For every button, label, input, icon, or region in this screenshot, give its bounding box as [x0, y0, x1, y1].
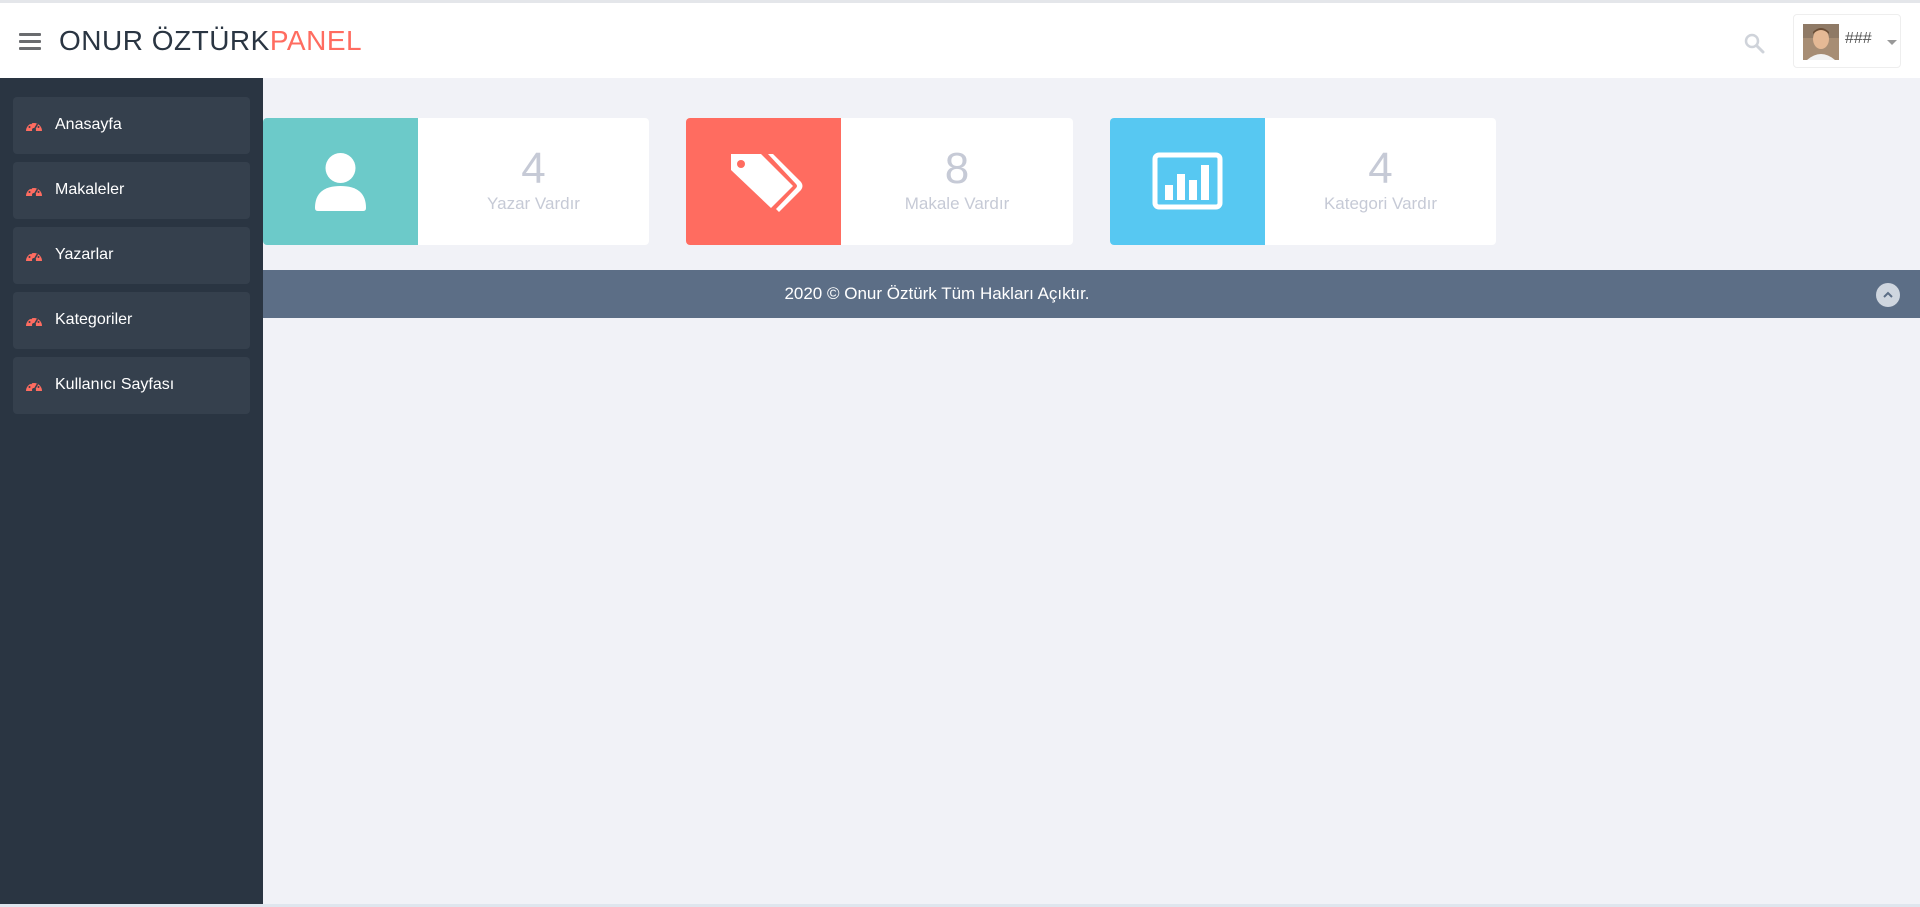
stat-label: Makale Vardır	[904, 194, 1010, 213]
tags-icon	[731, 154, 803, 212]
stat-card-categories[interactable]: 4 Kategori Vardır	[1110, 118, 1496, 245]
stat-card-symbol	[263, 118, 418, 245]
search-icon[interactable]	[1743, 32, 1765, 54]
sidebar: Anasayfa Makaleler Yazarlar Kategoriler …	[0, 78, 263, 907]
brand-logo[interactable]: ONUR ÖZTÜRKPANEL	[59, 25, 362, 57]
stat-card-articles[interactable]: 8 Makale Vardır	[686, 118, 1073, 245]
sidebar-item-anasayfa[interactable]: Anasayfa	[13, 97, 250, 154]
stat-value: 4	[521, 144, 546, 193]
dashboard-icon	[26, 120, 42, 132]
footer-text: 2020 © Onur Öztürk Tüm Hakları Açıktır.	[784, 284, 1090, 303]
stat-label: Kategori Vardır	[1323, 194, 1438, 213]
dashboard-icon	[26, 250, 42, 262]
stat-card-symbol	[1110, 118, 1265, 245]
menu-icon[interactable]	[19, 33, 41, 50]
sidebar-item-label: Kullanıcı Sayfası	[55, 376, 175, 393]
sidebar-item-label: Yazarlar	[55, 246, 114, 263]
chevron-up-icon	[1883, 291, 1893, 298]
sidebar-item-label: Kategoriler	[55, 311, 133, 328]
brand-accent: PANEL	[269, 25, 363, 56]
dashboard-icon	[26, 380, 42, 392]
bar-chart-icon	[1152, 152, 1223, 210]
brand-main: ONUR ÖZTÜRK	[59, 25, 270, 56]
caret-down-icon	[1887, 40, 1897, 45]
sidebar-item-label: Makaleler	[55, 181, 125, 198]
top-header: ONUR ÖZTÜRKPANEL ###	[0, 3, 1920, 78]
sidebar-item-kullanici-sayfasi[interactable]: Kullanıcı Sayfası	[13, 357, 250, 414]
sidebar-item-makaleler[interactable]: Makaleler	[13, 162, 250, 219]
user-menu[interactable]: ###	[1793, 14, 1901, 68]
dashboard-icon	[26, 315, 42, 327]
stat-label: Yazar Vardır	[487, 194, 580, 213]
dashboard-icon	[26, 185, 42, 197]
stat-value: 8	[944, 144, 970, 193]
user-icon	[315, 153, 366, 211]
sidebar-item-kategoriler[interactable]: Kategoriler	[13, 292, 250, 349]
stat-card-authors[interactable]: 4 Yazar Vardır	[263, 118, 649, 245]
footer: 2020 © Onur Öztürk Tüm Hakları Açıktır.	[263, 270, 1920, 318]
stat-card-symbol	[686, 118, 841, 245]
scroll-top-button[interactable]	[1876, 283, 1900, 307]
sidebar-item-yazarlar[interactable]: Yazarlar	[13, 227, 250, 284]
sidebar-item-label: Anasayfa	[55, 116, 122, 133]
user-name: ###	[1845, 30, 1872, 47]
stat-value: 4	[1368, 144, 1393, 193]
avatar	[1803, 24, 1839, 60]
